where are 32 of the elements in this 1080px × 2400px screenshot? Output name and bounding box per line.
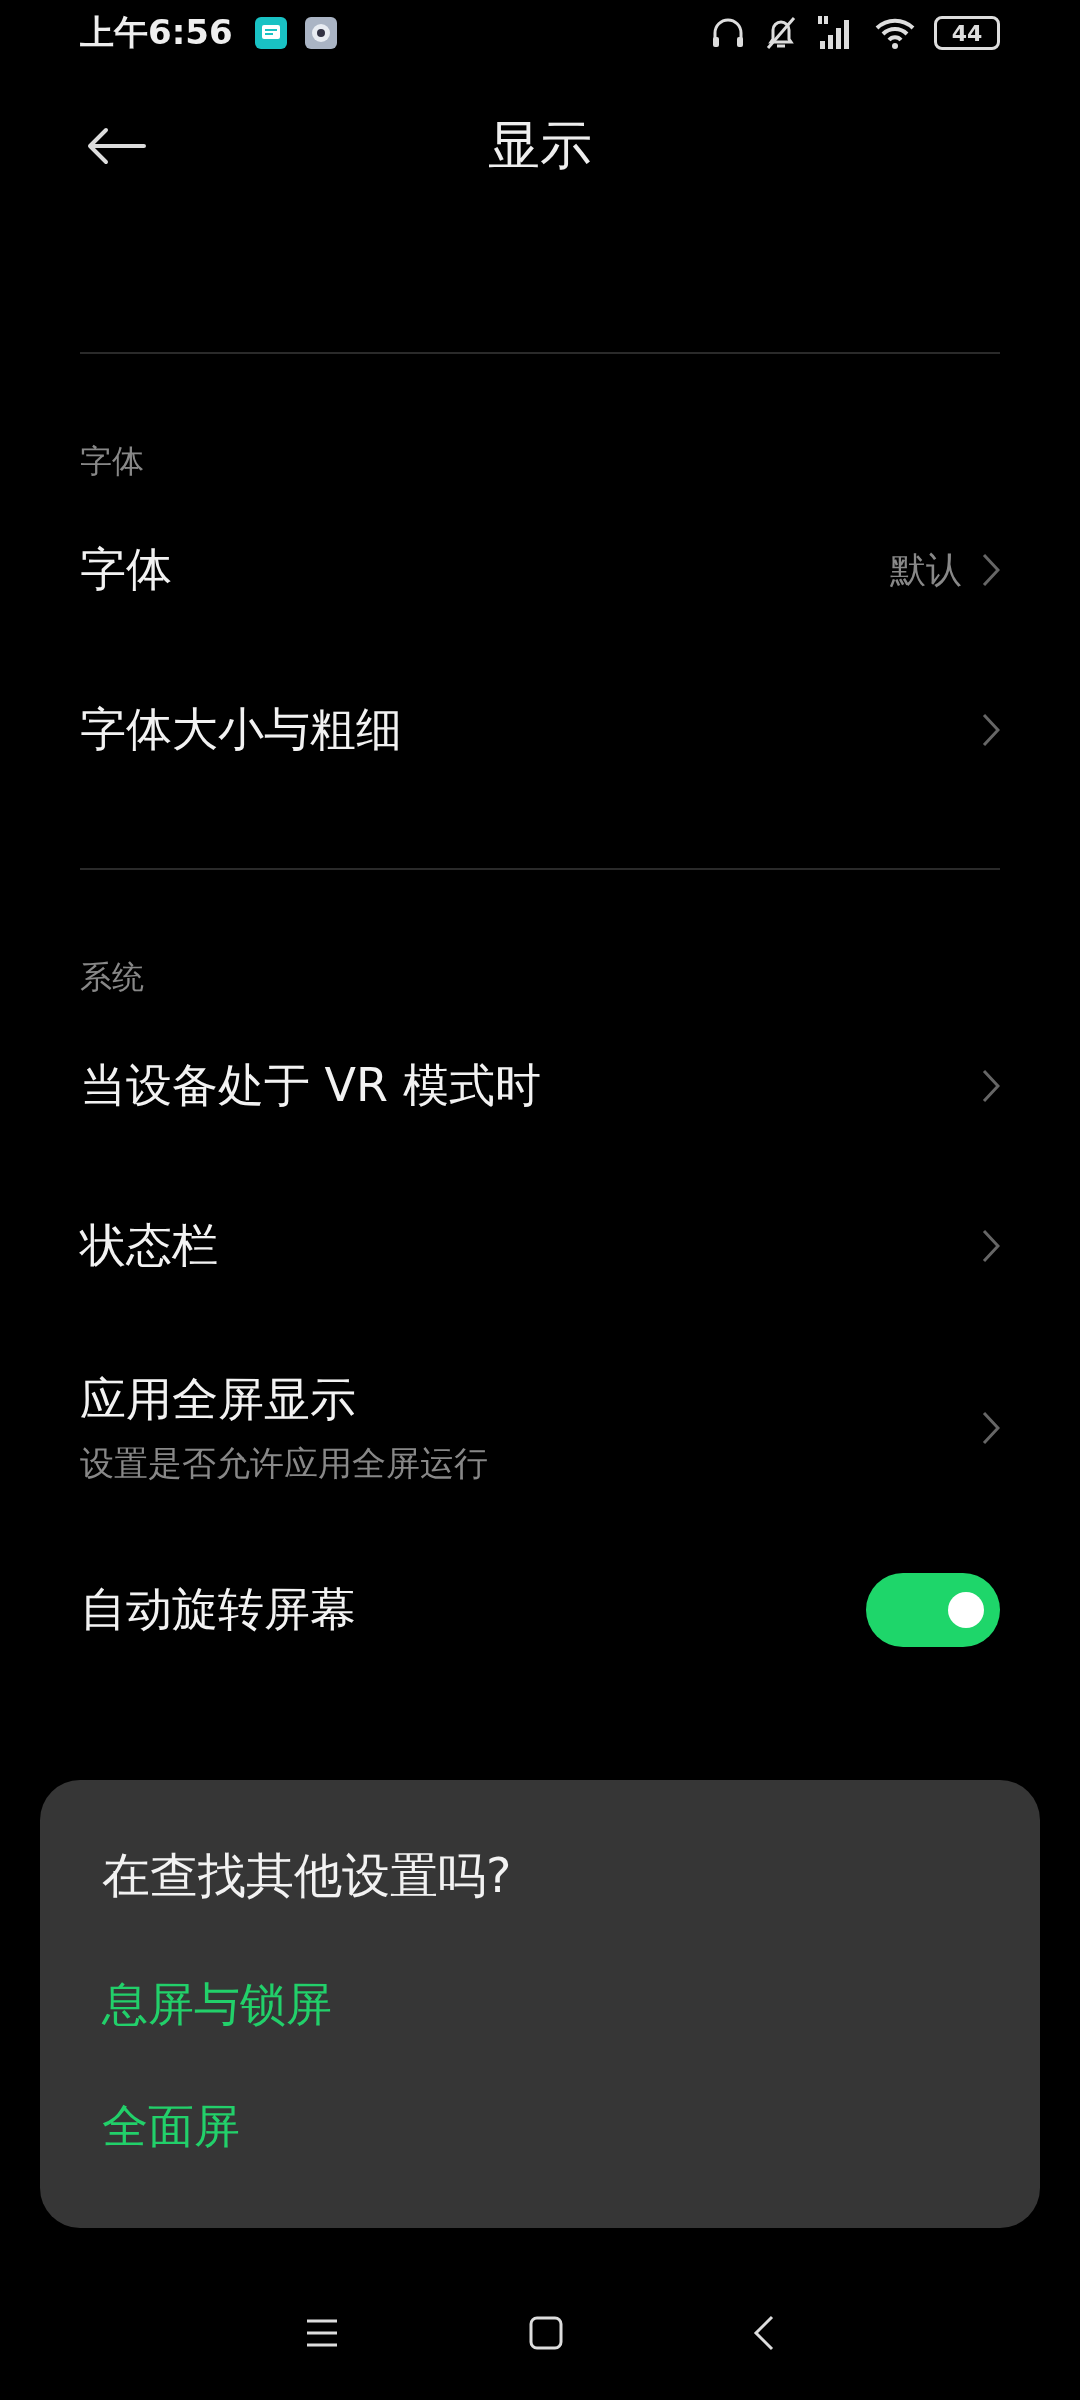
setting-title: 字体	[80, 541, 173, 598]
chevron-right-icon	[982, 1069, 1000, 1103]
setting-title: 当设备处于 VR 模式时	[80, 1057, 542, 1114]
back-arrow-icon[interactable]	[86, 126, 146, 166]
bell-off-icon	[764, 15, 798, 51]
menu-icon[interactable]	[305, 2318, 339, 2348]
settings-row[interactable]: 状态栏	[80, 1166, 1000, 1326]
section-header: 字体	[80, 441, 144, 482]
chevron-right-icon	[982, 553, 1000, 587]
suggestion-link[interactable]: 全面屏	[102, 2096, 978, 2158]
settings-row[interactable]: 字体大小与粗细	[80, 650, 1000, 810]
setting-title: 状态栏	[80, 1217, 219, 1274]
setting-description: 设置是否允许应用全屏运行	[80, 1442, 489, 1485]
setting-title: 应用全屏显示	[80, 1371, 357, 1428]
card-title: 在查找其他设置吗?	[102, 1846, 513, 1905]
suggestion-link[interactable]: 息屏与锁屏	[102, 1974, 978, 2036]
settings-row[interactable]: 当设备处于 VR 模式时	[80, 1006, 1000, 1166]
back-icon[interactable]	[753, 2315, 775, 2351]
message-icon	[254, 17, 287, 49]
chevron-right-icon	[982, 713, 1000, 747]
settings-row[interactable]: 应用全屏显示 设置是否允许应用全屏运行	[80, 1326, 1000, 1530]
setting-title: 字体大小与粗细	[80, 701, 403, 758]
battery-icon: 44	[934, 16, 1000, 50]
status-time: 上午6:56	[80, 11, 233, 54]
chevron-right-icon	[982, 1411, 1000, 1445]
home-icon[interactable]	[529, 2316, 563, 2350]
setting-title: 自动旋转屏幕	[80, 1581, 357, 1638]
page-title: 显示	[488, 114, 592, 177]
section-header: 系统	[80, 957, 144, 998]
chevron-right-icon	[982, 1229, 1000, 1263]
settings-row[interactable]: 字体 默认	[80, 490, 1000, 650]
setting-value: 默认	[890, 547, 962, 592]
